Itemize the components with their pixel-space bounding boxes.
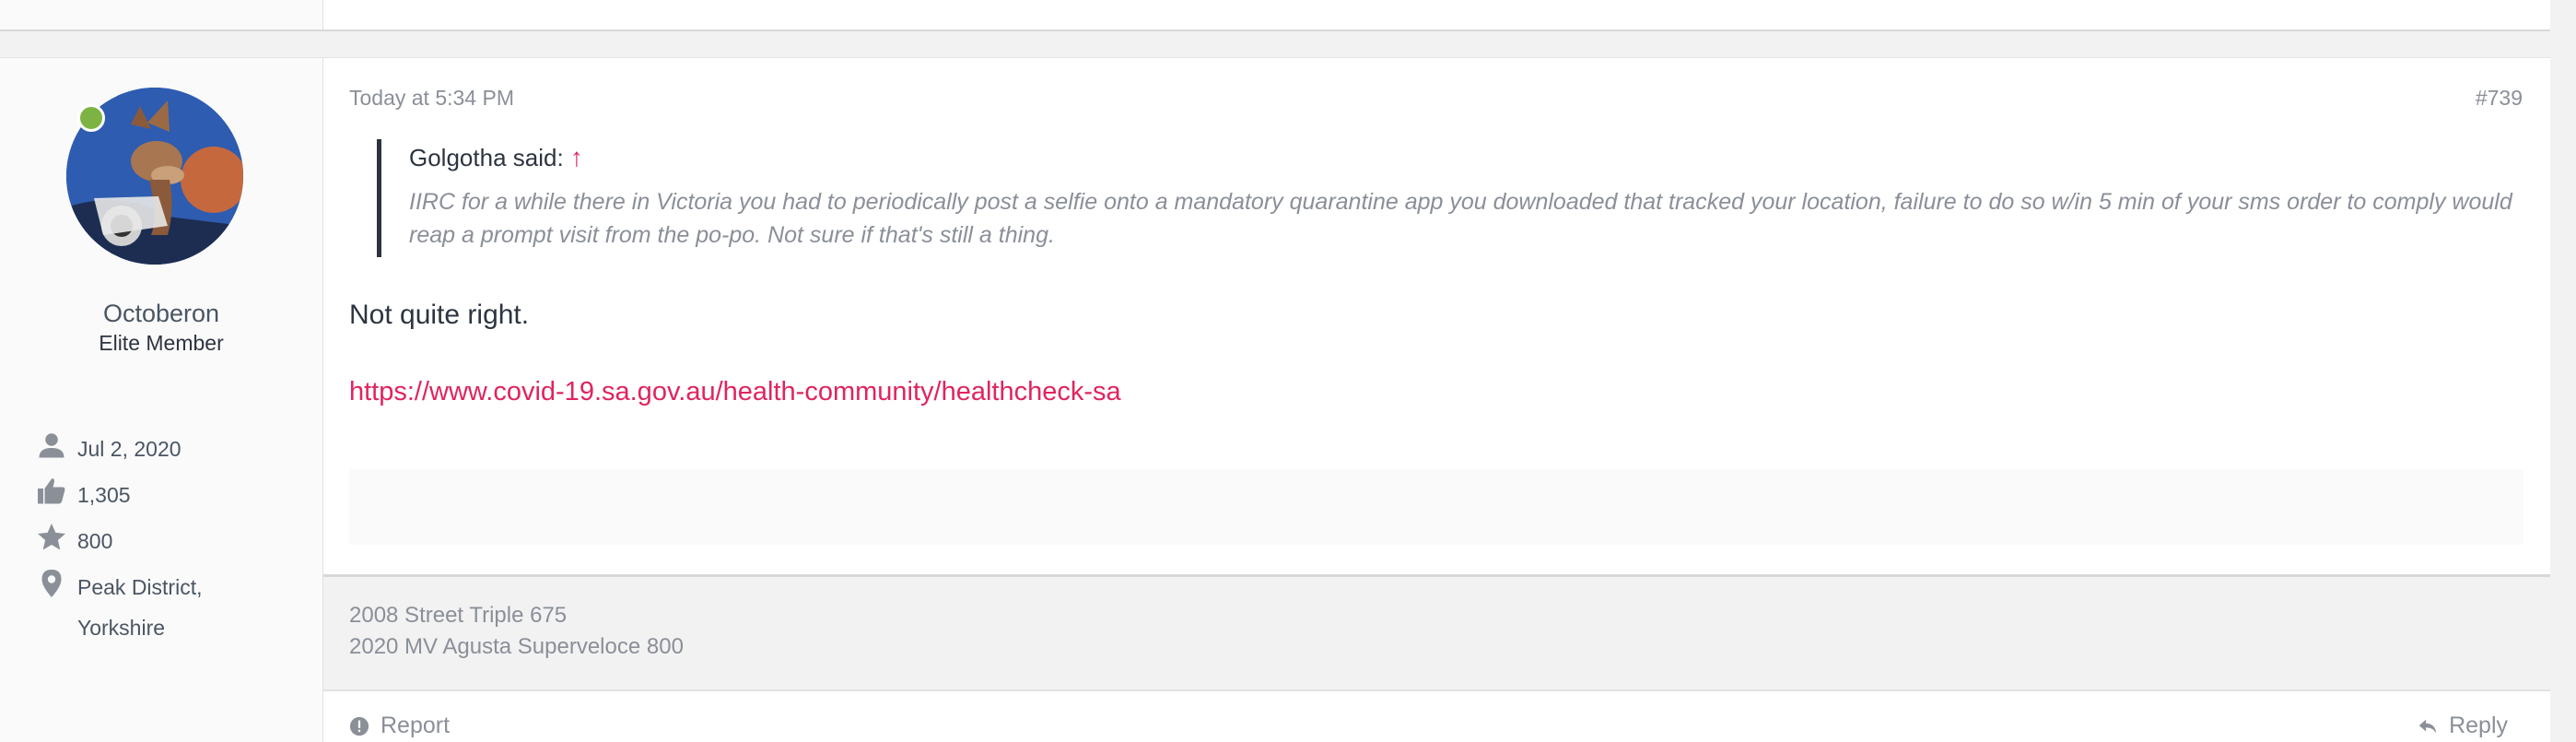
post-link[interactable]: https://www.covid-19.sa.gov.au/health-co… (349, 377, 1121, 407)
previous-post-content (322, 0, 2550, 29)
reply-label: Reply (2449, 713, 2508, 738)
post-number[interactable]: #739 (2476, 86, 2523, 111)
user-icon (35, 429, 68, 462)
report-label: Report (381, 713, 451, 738)
reaction-count: 1,305 (77, 483, 131, 507)
avatar-container[interactable] (66, 88, 243, 265)
thumbs-up-icon (35, 475, 68, 508)
location-line-2: Yorkshire (77, 616, 166, 640)
report-button[interactable]: Report (349, 713, 450, 739)
quote-text: IIRC for a while there in Victoria you h… (409, 189, 2512, 248)
user-info-column: Octoberon Elite Member Jul 2, 2020 1,305… (0, 58, 323, 742)
jump-to-quote-arrow-icon[interactable]: ↑ (570, 143, 583, 171)
signature-line-1: 2008 Street Triple 675 (349, 603, 568, 628)
points-count: 800 (77, 529, 113, 553)
post-body-text: Not quite right. (349, 300, 530, 330)
quote-author[interactable]: Golgotha said: (409, 144, 564, 171)
star-icon (35, 521, 68, 554)
online-status-dot (77, 104, 105, 132)
joined-date: Jul 2, 2020 (77, 437, 181, 461)
points-stat: 800 (35, 521, 112, 561)
post-main-column: Today at 5:34 PM #739 Golgotha said: ↑ I… (323, 58, 2550, 742)
username[interactable]: Octoberon (0, 300, 322, 328)
joined-date-stat: Jul 2, 2020 (35, 429, 181, 469)
post-date[interactable]: Today at 5:34 PM (349, 86, 514, 111)
location-line-1: Peak District, (77, 575, 203, 599)
post-embed-placeholder (349, 469, 2523, 545)
reply-button[interactable]: Reply (2418, 713, 2508, 739)
user-title: Elite Member (99, 331, 224, 355)
alert-icon (349, 716, 369, 736)
signature-block: 2008 Street Triple 675 2020 MV Agusta Su… (323, 574, 2550, 691)
post-actions-bar: Report Reply (323, 689, 2550, 742)
location-pin-icon (35, 567, 68, 600)
location-stat-continued: Yorkshire (35, 607, 165, 648)
previous-post-bottom (0, 0, 2550, 31)
reactions-stat: 1,305 (35, 475, 131, 515)
quote-header: Golgotha said: ↑ (409, 143, 2519, 172)
forum-post: Octoberon Elite Member Jul 2, 2020 1,305… (0, 57, 2550, 742)
quote-block: Golgotha said: ↑ IIRC for a while there … (377, 139, 2519, 257)
signature-line-2: 2020 MV Agusta Superveloce 800 (349, 634, 684, 659)
location-stat: Peak District, (35, 567, 202, 607)
reply-icon (2418, 719, 2437, 733)
